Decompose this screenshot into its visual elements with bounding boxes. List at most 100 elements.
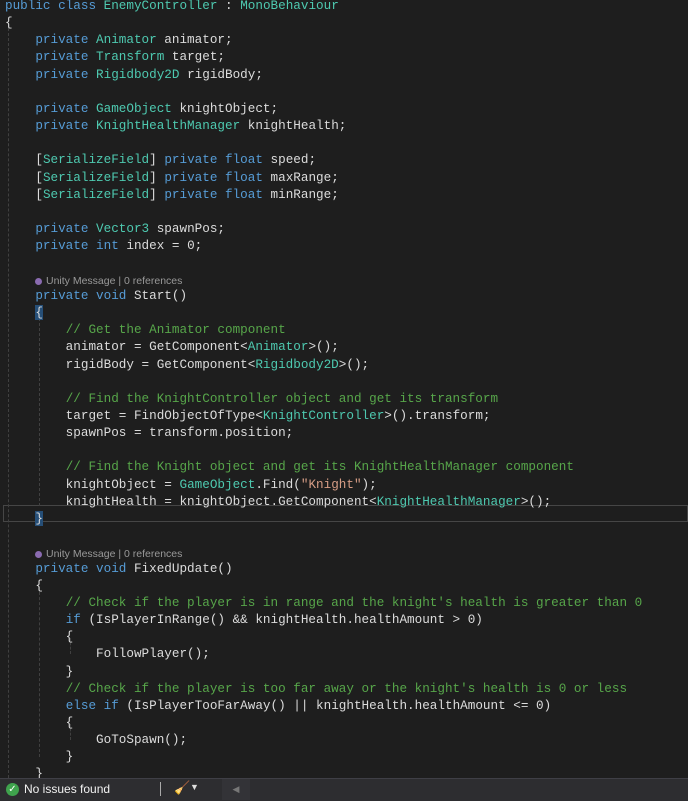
- code-text: [: [5, 152, 43, 168]
- chevron-down-icon[interactable]: ▼: [190, 782, 199, 792]
- code-line[interactable]: // Find the KnightController object and …: [5, 390, 498, 407]
- keyword: private void: [35, 560, 127, 576]
- code-line[interactable]: // Check if the player is in range and t…: [5, 594, 643, 611]
- string-literal: "Knight": [300, 476, 362, 492]
- code-text: knightObject;: [171, 100, 279, 116]
- code-text: >();: [308, 339, 339, 355]
- divider: [160, 782, 161, 796]
- keyword: private: [35, 32, 97, 48]
- code-line[interactable]: [SerializeField] private float speed;: [5, 151, 316, 168]
- type-name: GameObject: [179, 476, 256, 492]
- code-text: knightHealth;: [240, 118, 347, 134]
- issues-status[interactable]: No issues found: [24, 782, 110, 796]
- code-line[interactable]: private Transform target;: [5, 48, 225, 65]
- code-text: .Find(: [255, 476, 301, 492]
- code-line[interactable]: }: [5, 765, 43, 778]
- code-line[interactable]: private int index = 0;: [5, 237, 202, 254]
- type-name: SerializeField: [42, 186, 150, 202]
- code-line[interactable]: else if (IsPlayerTooFarAway() || knightH…: [5, 697, 552, 714]
- code-text: :: [217, 0, 241, 13]
- code-text: minRange;: [262, 186, 339, 202]
- code-line[interactable]: target = FindObjectOfType<KnightControll…: [5, 407, 491, 424]
- code-line[interactable]: // Get the Animator component: [5, 321, 286, 338]
- type-name: Animator: [96, 32, 157, 48]
- code-text: (IsPlayerInRange() && knightHealth.healt…: [80, 612, 483, 628]
- code-text: spawnPos;: [149, 220, 225, 236]
- code-text: rigidBody = GetComponent<: [5, 356, 256, 372]
- code-line[interactable]: FollowPlayer();: [5, 645, 210, 662]
- code-line[interactable]: }: [5, 510, 43, 527]
- code-line[interactable]: private KnightHealthManager knightHealth…: [5, 117, 346, 134]
- code-line[interactable]: spawnPos = transform.position;: [5, 424, 294, 441]
- code-line[interactable]: rigidBody = GetComponent<Rigidbody2D>();: [5, 356, 369, 373]
- code-line[interactable]: [SerializeField] private float maxRange;: [5, 169, 338, 186]
- type-name: MonoBehaviour: [240, 0, 339, 13]
- keyword: private float: [164, 186, 263, 202]
- code-line[interactable]: animator = GetComponent<Animator>();: [5, 338, 339, 355]
- keyword: private: [35, 118, 97, 134]
- type-name: EnemyController: [103, 0, 218, 13]
- code-line[interactable]: {: [5, 577, 43, 594]
- code-line[interactable]: // Find the Knight object and get its Kn…: [5, 458, 574, 475]
- code-text: {: [5, 15, 13, 31]
- code-line[interactable]: private Rigidbody2D rigidBody;: [5, 66, 263, 83]
- code-line[interactable]: // Check if the player is too far away o…: [5, 680, 627, 697]
- code-line[interactable]: {: [5, 628, 74, 645]
- type-name: KnightHealthManager: [96, 118, 241, 134]
- scroll-left-button[interactable]: ◀: [222, 779, 250, 800]
- code-text: {: [5, 577, 43, 593]
- code-text: ]: [149, 169, 165, 185]
- type-name: GameObject: [96, 100, 172, 116]
- codelens-text[interactable]: Unity Message | 0 references: [46, 275, 182, 287]
- code-text: knightObject =: [5, 476, 180, 492]
- code-text: [: [5, 169, 43, 185]
- code-editor[interactable]: public class EnemyController : MonoBehav…: [0, 0, 688, 778]
- keyword: private void: [35, 287, 127, 303]
- brush-icon[interactable]: 🧹: [174, 780, 190, 796]
- code-line[interactable]: public class EnemyController : MonoBehav…: [5, 0, 339, 14]
- keyword: else if: [65, 697, 119, 713]
- code-line[interactable]: }: [5, 748, 74, 765]
- comment: // Check if the player is in range and t…: [65, 594, 643, 610]
- codelens-text[interactable]: Unity Message | 0 references: [46, 548, 182, 560]
- code-text: index = 0;: [118, 238, 203, 254]
- code-line[interactable]: private Animator animator;: [5, 31, 232, 48]
- code-line[interactable]: private GameObject knightObject;: [5, 100, 278, 117]
- code-line[interactable]: private Vector3 spawnPos;: [5, 220, 225, 237]
- code-text: FollowPlayer();: [5, 646, 210, 662]
- code-text: ]: [149, 152, 165, 168]
- code-text: }: [5, 749, 74, 765]
- code-line[interactable]: [SerializeField] private float minRange;: [5, 186, 339, 203]
- unity-icon: [35, 278, 42, 286]
- code-line[interactable]: knightObject = GameObject.Find("Knight")…: [5, 476, 377, 493]
- code-line[interactable]: {: [5, 714, 74, 731]
- keyword: if: [65, 612, 81, 628]
- code-line[interactable]: {: [5, 14, 13, 31]
- keyword: private: [35, 49, 97, 65]
- comment: // Find the Knight object and get its Kn…: [65, 459, 574, 475]
- comment: // Get the Animator component: [65, 322, 286, 338]
- code-line[interactable]: {: [5, 304, 43, 321]
- code-line[interactable]: knightHealth = knightObject.GetComponent…: [5, 493, 552, 510]
- code-line[interactable]: GoToSpawn();: [5, 731, 187, 748]
- brace-match: }: [35, 510, 43, 526]
- type-name: Rigidbody2D: [255, 356, 339, 372]
- unity-icon: [35, 550, 42, 558]
- type-name: SerializeField: [42, 169, 150, 185]
- code-line[interactable]: private void Start(): [5, 287, 187, 304]
- type-name: Rigidbody2D: [96, 66, 180, 82]
- code-line[interactable]: }: [5, 663, 74, 680]
- keyword: private: [35, 220, 97, 236]
- code-line[interactable]: if (IsPlayerInRange() && knightHealth.he…: [5, 611, 483, 628]
- code-line[interactable]: private void FixedUpdate(): [5, 560, 232, 577]
